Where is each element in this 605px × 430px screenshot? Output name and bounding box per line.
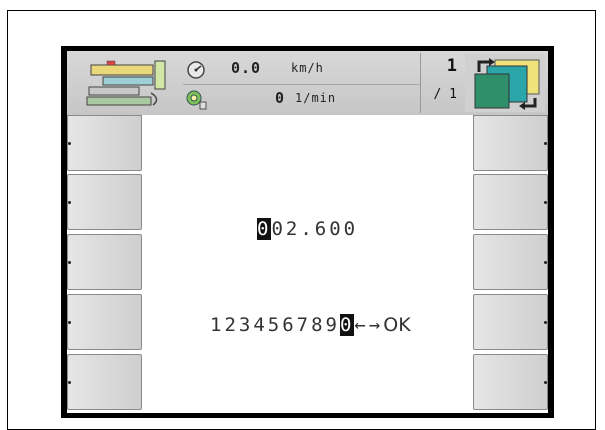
rpm-unit: 1/min [295,91,337,105]
rpm-row: 0 1/min [183,84,420,113]
entry-value: 02.600 [271,218,359,240]
layer-switch-icon[interactable] [465,54,545,112]
softkey-indicator [68,381,71,384]
value-entry-field[interactable]: 002.600 [257,218,358,240]
softkey-indicator [544,261,547,264]
page-total: / 1 [433,87,457,102]
digit-keypad[interactable]: 1234567890←→OK [210,314,411,336]
softkey-right-1[interactable] [473,115,548,171]
speed-unit: km/h [291,61,324,75]
rpm-value: 0 [275,89,286,107]
speed-row: 0.0 km/h [183,55,420,83]
page-counter: 1 / 1 [420,53,463,113]
softkey-indicator [68,261,71,264]
entry-cursor: 0 [257,218,272,240]
softkey-left-4[interactable] [67,294,142,350]
softkey-indicator [544,142,547,145]
softkey-indicator [544,381,547,384]
speedometer-icon [187,61,205,79]
gauge-panel: 0.0 km/h 0 1/min [183,53,420,113]
softkey-indicator [68,321,71,324]
machine-overview-icon[interactable] [81,55,173,111]
keypad-ok[interactable]: OK [383,314,410,336]
page-current: 1 [446,56,457,76]
softkey-right-4[interactable] [473,294,548,350]
softkey-left-5[interactable] [67,354,142,410]
softkey-left-1[interactable] [67,115,142,171]
number-entry-area: 002.600 1234567890←→OK [142,115,473,413]
status-header: 0.0 km/h 0 1/min 1 / 1 [67,51,548,116]
speed-value: 0.0 [231,59,262,77]
softkey-indicator [68,201,71,204]
softkey-left-2[interactable] [67,174,142,230]
softkey-right-3[interactable] [473,234,548,290]
keypad-arrows[interactable]: ←→ [354,314,383,336]
softkey-right-5[interactable] [473,354,548,410]
terminal-bezel: 0.0 km/h 0 1/min 1 / 1 002.600 123456789… [61,46,554,418]
terminal-screen: 0.0 km/h 0 1/min 1 / 1 002.600 123456789… [67,51,548,413]
softkey-indicator [68,142,71,145]
pto-rpm-icon [186,90,207,110]
softkey-right-2[interactable] [473,174,548,230]
softkey-left-3[interactable] [67,234,142,290]
keypad-selected-key[interactable]: 0 [339,314,355,336]
softkey-indicator [544,201,547,204]
softkey-indicator [544,321,547,324]
keypad-digits[interactable]: 123456789 [210,314,340,336]
